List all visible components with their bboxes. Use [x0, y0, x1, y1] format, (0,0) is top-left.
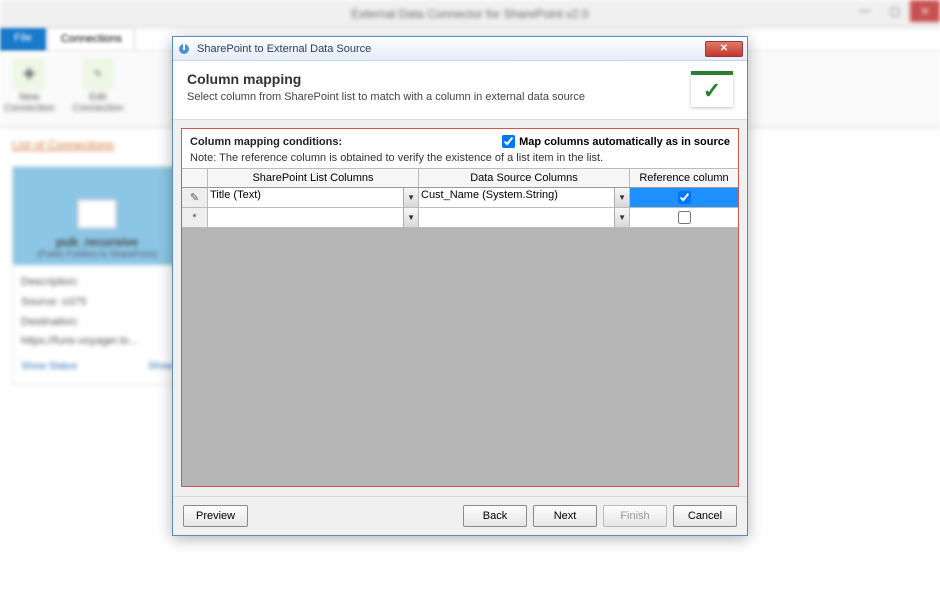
close-icon: ✕ — [720, 43, 728, 54]
main-window-controls: — ▢ ✕ — [850, 0, 940, 22]
show-link[interactable]: Show — [148, 358, 173, 376]
header-reference-column: Reference column — [630, 169, 738, 187]
dialog-body: Column mapping conditions: Map columns a… — [173, 120, 747, 496]
show-status-link[interactable]: Show Status — [21, 358, 77, 376]
chevron-down-icon[interactable]: ▼ — [403, 188, 418, 207]
list-of-connections-heading: List of Connections — [12, 138, 114, 152]
reference-column-cell[interactable] — [630, 188, 738, 207]
connection-subtitle: (Public Folders to SharePoint) — [37, 249, 157, 259]
cancel-button[interactable]: Cancel — [673, 505, 737, 527]
sharepoint-column-cell[interactable]: Title (Text) ▼ — [208, 188, 419, 207]
sharepoint-column-cell-empty[interactable]: ▼ — [208, 208, 419, 227]
connection-name: pub_recursive — [56, 235, 138, 249]
dialog-app-icon — [177, 42, 191, 56]
mapping-grid-header: SharePoint List Columns Data Source Colu… — [182, 169, 738, 188]
dialog-close-button[interactable]: ✕ — [705, 41, 743, 57]
connection-card[interactable]: pub_recursive (Public Folders to SharePo… — [12, 166, 182, 385]
next-button[interactable]: Next — [533, 505, 597, 527]
checkmark-icon: ✓ — [703, 78, 721, 104]
dialog-footer: Preview Back Next Finish Cancel — [173, 496, 747, 535]
reference-note: Note: The reference column is obtained t… — [190, 152, 730, 164]
reference-checkbox[interactable] — [678, 191, 691, 204]
row-indicator-new-icon: * — [182, 208, 208, 227]
connections-tab[interactable]: Connections — [48, 28, 135, 51]
dialog-header: Column mapping Select column from ShareP… — [173, 61, 747, 120]
maximize-button[interactable]: ▢ — [880, 0, 910, 22]
map-automatically-input[interactable] — [502, 135, 515, 148]
envelope-icon — [77, 199, 117, 229]
edit-connection-icon: ✎ — [82, 58, 114, 90]
card-source-label: Source: o375 — [21, 293, 173, 313]
main-close-button[interactable]: ✕ — [910, 0, 940, 22]
card-destination-label: Destination: https://funo.voyager.lo... — [21, 313, 173, 353]
dialog-title: SharePoint to External Data Source — [197, 43, 705, 55]
mapping-row: ✎ Title (Text) ▼ Cust_Name (System.Strin… — [182, 188, 738, 208]
sharepoint-column-value[interactable]: Title (Text) — [208, 188, 403, 207]
chevron-down-icon[interactable]: ▼ — [614, 208, 629, 227]
new-connection-button[interactable]: ➕ New Connection — [4, 58, 55, 121]
edit-connection-button[interactable]: ✎ Edit Connection — [73, 58, 124, 121]
new-connection-icon: ➕ — [13, 58, 45, 90]
map-automatically-label: Map columns automatically as in source — [519, 136, 730, 148]
row-indicator-edit-icon: ✎ — [182, 188, 208, 207]
chevron-down-icon[interactable]: ▼ — [403, 208, 418, 227]
page-subtitle: Select column from SharePoint list to ma… — [187, 91, 679, 103]
edit-connection-label: Edit Connection — [73, 92, 124, 114]
data-source-column-cell-empty[interactable]: ▼ — [419, 208, 630, 227]
file-tab[interactable]: File — [0, 28, 46, 51]
mapping-grid-empty-area — [182, 228, 738, 486]
chevron-down-icon[interactable]: ▼ — [614, 188, 629, 207]
back-button[interactable]: Back — [463, 505, 527, 527]
column-mapping-dialog: SharePoint to External Data Source ✕ Col… — [172, 36, 748, 536]
mapping-row-new: * ▼ ▼ — [182, 208, 738, 228]
data-source-column-value[interactable]: Cust_Name (System.String) — [419, 188, 614, 207]
header-sharepoint-columns: SharePoint List Columns — [208, 169, 419, 187]
checkmark-card-icon: ✓ — [691, 71, 733, 107]
page-heading: Column mapping — [187, 71, 679, 87]
header-data-source-columns: Data Source Columns — [419, 169, 630, 187]
card-description-label: Description: — [21, 273, 173, 293]
dialog-titlebar[interactable]: SharePoint to External Data Source ✕ — [173, 37, 747, 61]
conditions-label: Column mapping conditions: — [190, 136, 342, 148]
reference-checkbox-empty[interactable] — [678, 211, 691, 224]
main-window-titlebar: External Data Connector for SharePoint v… — [0, 0, 940, 28]
finish-button[interactable]: Finish — [603, 505, 667, 527]
minimize-button[interactable]: — — [850, 0, 880, 22]
mapping-conditions-panel: Column mapping conditions: Map columns a… — [181, 128, 739, 487]
preview-button[interactable]: Preview — [183, 505, 248, 527]
map-automatically-checkbox[interactable]: Map columns automatically as in source — [502, 135, 730, 148]
reference-column-cell-empty[interactable] — [630, 208, 738, 227]
main-window-title: External Data Connector for SharePoint v… — [351, 7, 588, 21]
new-connection-label: New Connection — [4, 92, 55, 114]
data-source-column-cell[interactable]: Cust_Name (System.String) ▼ — [419, 188, 630, 207]
